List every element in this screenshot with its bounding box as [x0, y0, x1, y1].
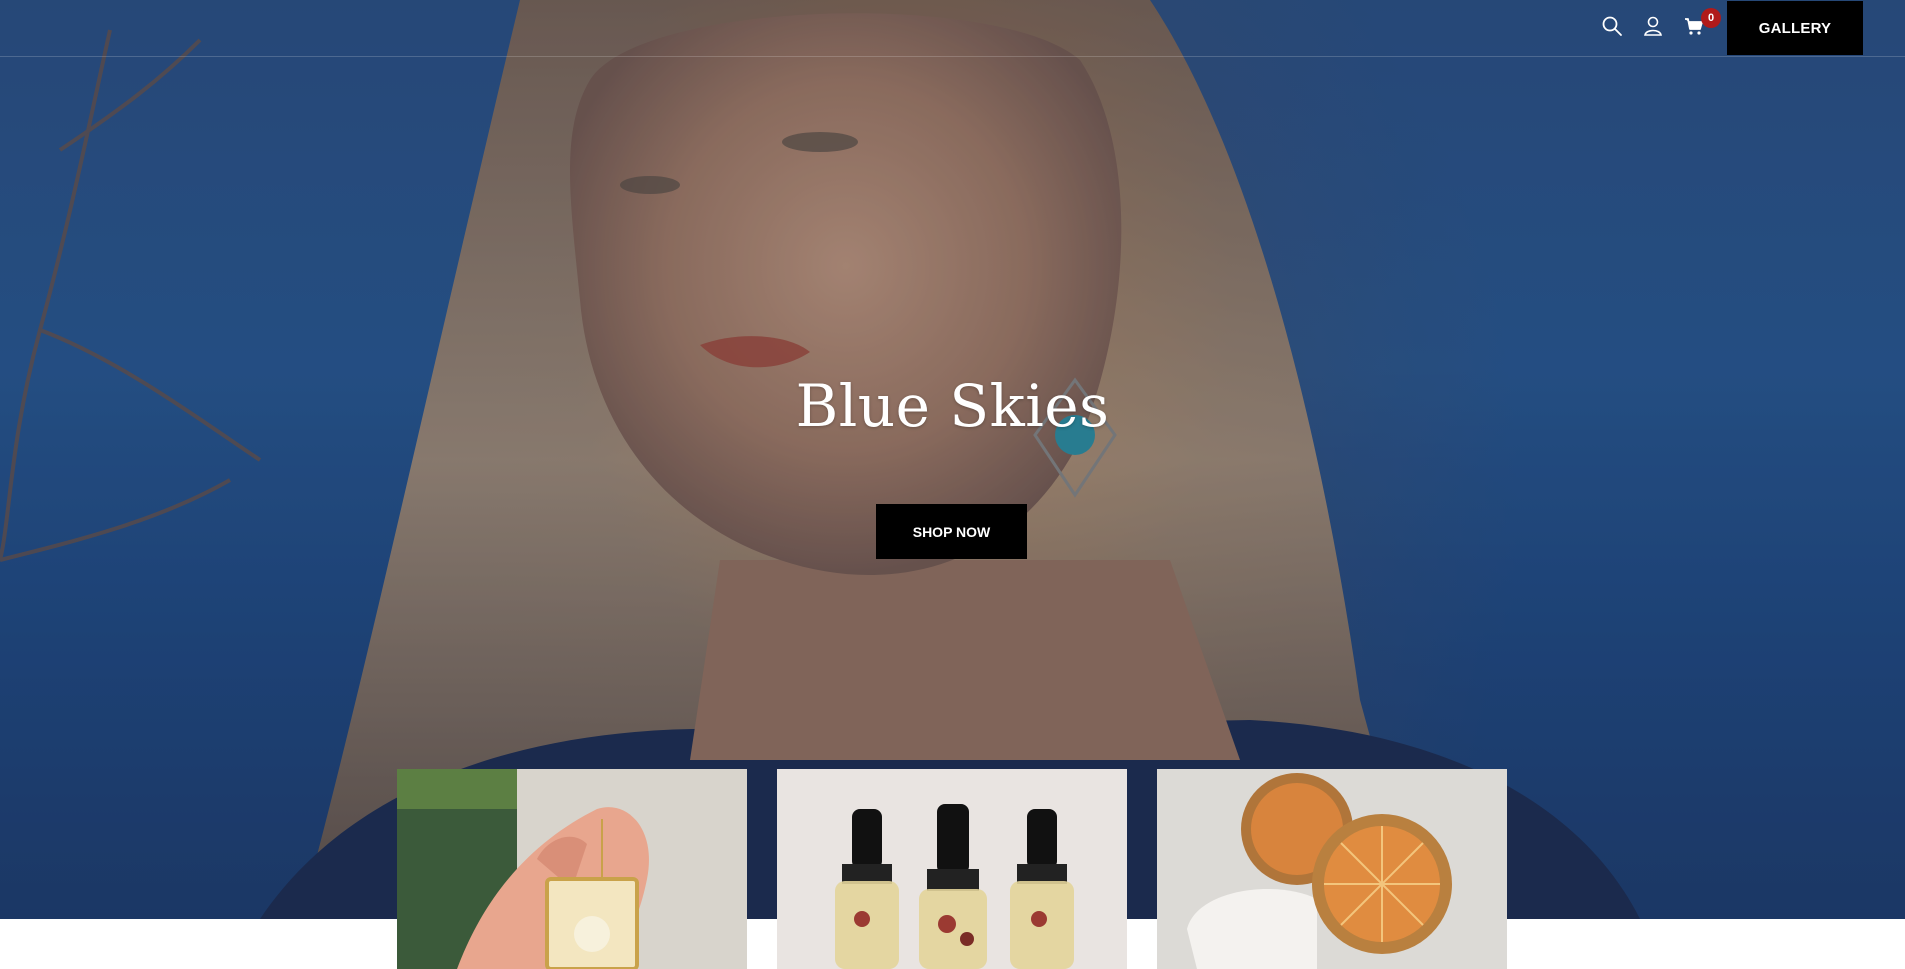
product-tile-pendant[interactable]: [397, 769, 747, 969]
search-icon[interactable]: [1601, 15, 1623, 37]
product-tile-oranges[interactable]: [1157, 769, 1507, 969]
oils-image: [777, 769, 1127, 969]
site-header: 0 GALLERY: [0, 0, 1905, 57]
cart-count-badge: 0: [1701, 8, 1721, 28]
product-tile-oils[interactable]: [777, 769, 1127, 969]
user-icon[interactable]: [1642, 15, 1664, 37]
oranges-image: [1157, 769, 1507, 969]
pendant-image: [397, 769, 747, 969]
hero-title: Blue Skies: [795, 372, 1110, 440]
page: Blue Skies SHOP NOW 0 GALLERY: [0, 0, 1905, 969]
gallery-button[interactable]: GALLERY: [1727, 1, 1863, 55]
shop-now-button[interactable]: SHOP NOW: [876, 504, 1027, 559]
